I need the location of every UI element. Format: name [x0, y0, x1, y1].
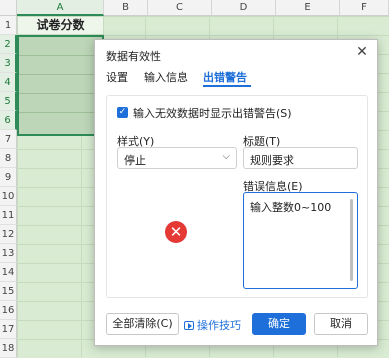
- close-icon[interactable]: ✕: [355, 45, 369, 59]
- row-divider: [19, 112, 102, 113]
- scrollbar[interactable]: [350, 199, 353, 281]
- row-header-14[interactable]: 14: [0, 263, 17, 282]
- cancel-button[interactable]: 取消: [314, 313, 368, 335]
- error-message-value: 输入整数0~100: [250, 201, 332, 214]
- title-value: 规则要求: [250, 154, 294, 167]
- error-alert-panel: ✓ 输入无效数据时显示出错警告(S) 样式(Y) 停止 ⌵ 标题(T) 规则要求…: [106, 95, 368, 298]
- row-header-5[interactable]: 5: [0, 92, 17, 111]
- row-header-13[interactable]: 13: [0, 244, 17, 263]
- dialog-title: 数据有效性: [106, 50, 161, 63]
- error-message-textarea[interactable]: 输入整数0~100: [243, 192, 358, 289]
- active-tab-indicator: [203, 85, 251, 87]
- row-header-11[interactable]: 11: [0, 206, 17, 225]
- row-header-9[interactable]: 9: [0, 168, 17, 187]
- data-validation-dialog: 数据有效性 ✕ 设置 输入信息 出错警告 ✓ 输入无效数据时显示出错警告(S) …: [94, 39, 378, 346]
- error-stop-icon: ✕: [165, 221, 187, 243]
- row-header-4[interactable]: 4: [0, 73, 17, 92]
- tab-error-alert[interactable]: 出错警告: [203, 69, 247, 85]
- column-header-a[interactable]: A: [17, 0, 104, 16]
- tab-settings[interactable]: 设置: [106, 69, 128, 85]
- column-header-d[interactable]: D: [212, 0, 276, 16]
- title-input[interactable]: 规则要求: [243, 147, 358, 169]
- row-header-6[interactable]: 6: [0, 111, 17, 130]
- video-play-icon: [184, 321, 194, 330]
- selected-range[interactable]: [17, 35, 104, 136]
- row-header-12[interactable]: 12: [0, 225, 17, 244]
- column-header-e[interactable]: E: [276, 0, 340, 16]
- style-select[interactable]: 停止 ⌵: [117, 147, 237, 169]
- row-divider: [19, 93, 102, 94]
- row-header-18[interactable]: 18: [0, 339, 17, 358]
- style-value: 停止: [124, 154, 146, 167]
- row-header-15[interactable]: 15: [0, 282, 17, 301]
- column-header-b[interactable]: B: [104, 0, 148, 16]
- row-divider: [19, 74, 102, 75]
- clear-all-button[interactable]: 全部清除(C): [106, 313, 179, 335]
- select-all-corner[interactable]: [0, 0, 17, 16]
- column-header-f[interactable]: F: [340, 0, 389, 16]
- tab-input-message[interactable]: 输入信息: [144, 69, 188, 85]
- row-divider: [19, 55, 102, 56]
- row-header-8[interactable]: 8: [0, 149, 17, 168]
- column-header-c[interactable]: C: [148, 0, 212, 16]
- show-error-checkbox-label[interactable]: 输入无效数据时显示出错警告(S): [133, 105, 292, 121]
- tips-label: 操作技巧: [197, 319, 241, 332]
- row-header-7[interactable]: 7: [0, 130, 17, 149]
- row-header-2[interactable]: 2: [0, 35, 17, 54]
- row-header-3[interactable]: 3: [0, 54, 17, 73]
- row-header-1[interactable]: 1: [0, 16, 17, 35]
- tips-link[interactable]: 操作技巧: [184, 317, 241, 333]
- row-header-17[interactable]: 17: [0, 320, 17, 339]
- checkbox-checked-icon[interactable]: ✓: [117, 107, 128, 118]
- ok-button[interactable]: 确定: [252, 313, 306, 335]
- chevron-down-icon: ⌵: [222, 151, 230, 162]
- row-header-16[interactable]: 16: [0, 301, 17, 320]
- row-header-10[interactable]: 10: [0, 187, 17, 206]
- cell-a1-header[interactable]: 试卷分数: [17, 16, 104, 35]
